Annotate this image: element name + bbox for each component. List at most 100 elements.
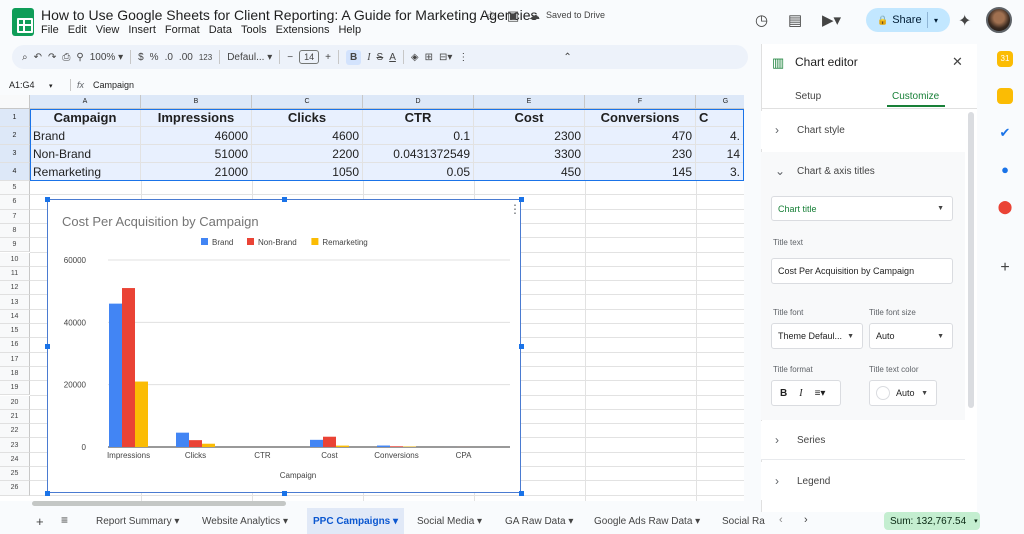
title-font-size-select[interactable]: Auto ▼ xyxy=(869,323,953,349)
sheets-logo[interactable] xyxy=(12,8,34,36)
star-icon[interactable]: ☆ xyxy=(485,8,497,24)
strikethrough-button[interactable]: S xyxy=(377,52,384,63)
sheet-tab-website-analytics[interactable]: Website Analytics ▾ xyxy=(196,508,294,534)
comments-icon[interactable]: ▤ xyxy=(788,11,802,29)
redo-icon[interactable]: ↷ xyxy=(48,52,56,63)
column-header-f[interactable]: F xyxy=(585,95,696,109)
column-header-a[interactable]: A xyxy=(30,95,141,109)
table-cell[interactable]: 230 xyxy=(585,145,696,163)
row-header[interactable]: 19 xyxy=(0,381,30,396)
table-cell[interactable]: 4. xyxy=(696,127,744,145)
sheet-tab-report-summary[interactable]: Report Summary ▾ xyxy=(90,508,185,534)
undo-icon[interactable]: ↶ xyxy=(34,52,42,63)
font-select[interactable]: Defaul... ▾ xyxy=(227,52,272,63)
share-dropdown-icon[interactable]: ▾ xyxy=(934,16,938,25)
avatar[interactable] xyxy=(986,7,1012,33)
menu-edit[interactable]: Edit xyxy=(68,24,87,36)
table-cell[interactable]: Remarketing xyxy=(30,163,141,181)
sheet-tab-google-ads-raw-data[interactable]: Google Ads Raw Data ▾ xyxy=(588,508,706,534)
document-title[interactable]: How to Use Google Sheets for Client Repo… xyxy=(41,7,538,23)
close-icon[interactable]: ✕ xyxy=(952,54,963,70)
embedded-chart[interactable]: Cost Per Acquisition by Campaign Brand Non… xyxy=(47,199,521,493)
print-icon[interactable]: ⎙ xyxy=(62,52,70,63)
section-chart-style[interactable]: › Chart style xyxy=(761,111,965,149)
sum-indicator[interactable]: Sum: 132,767.54 ▾ xyxy=(884,512,980,530)
section-legend[interactable]: › Legend xyxy=(761,462,965,500)
table-cell[interactable]: Non-Brand xyxy=(30,145,141,163)
move-folder-icon[interactable]: ▣ xyxy=(507,8,519,24)
row-header[interactable]: 25 xyxy=(0,467,30,482)
column-header-g[interactable]: G xyxy=(696,95,744,109)
bold-button[interactable]: B xyxy=(345,49,362,65)
calendar-icon[interactable]: 31 xyxy=(997,51,1013,67)
table-cell[interactable]: 1050 xyxy=(252,163,363,181)
row-header[interactable]: 1 xyxy=(0,109,30,127)
table-cell[interactable]: 3300 xyxy=(474,145,585,163)
text-color-button[interactable]: A xyxy=(389,52,396,63)
row-header[interactable]: 2 xyxy=(0,127,30,145)
menu-help[interactable]: Help xyxy=(338,24,361,36)
section-series[interactable]: › Series xyxy=(761,421,965,459)
title-font-select[interactable]: Theme Defaul... ▼ xyxy=(771,323,863,349)
currency-button[interactable]: $ xyxy=(138,52,144,63)
row-header[interactable]: 4 xyxy=(0,163,30,181)
row-header[interactable]: 7 xyxy=(0,209,30,224)
row-header[interactable]: 22 xyxy=(0,424,30,439)
resize-handle[interactable] xyxy=(282,197,287,202)
scroll-tabs-right-icon[interactable]: › xyxy=(804,514,808,526)
menu-data[interactable]: Data xyxy=(209,24,232,36)
table-cell[interactable]: 14 xyxy=(696,145,744,163)
resize-handle[interactable] xyxy=(519,491,524,496)
keep-icon[interactable] xyxy=(997,88,1013,104)
row-header[interactable]: 8 xyxy=(0,223,30,239)
resize-handle[interactable] xyxy=(45,491,50,496)
table-cell[interactable]: 470 xyxy=(585,127,696,145)
row-header[interactable]: 10 xyxy=(0,252,30,267)
header-cell[interactable]: Impressions xyxy=(141,109,252,127)
resize-handle[interactable] xyxy=(519,344,524,349)
header-cell[interactable]: Campaign xyxy=(30,109,141,127)
table-cell[interactable]: 2300 xyxy=(474,127,585,145)
tasks-icon[interactable]: ✔ xyxy=(997,125,1013,141)
percent-button[interactable]: % xyxy=(150,52,159,63)
row-header[interactable]: 5 xyxy=(0,181,30,196)
row-header[interactable]: 9 xyxy=(0,238,30,253)
sheet-tab-social-media[interactable]: Social Media ▾ xyxy=(411,508,488,534)
row-header[interactable]: 13 xyxy=(0,295,30,310)
column-header-b[interactable]: B xyxy=(141,95,252,109)
merge-cells-icon[interactable]: ⊟▾ xyxy=(439,52,452,63)
contacts-icon[interactable]: ● xyxy=(997,162,1013,178)
column-header-c[interactable]: C xyxy=(252,95,363,109)
align-icon[interactable]: ≡▾ xyxy=(815,388,826,399)
section-chart-axis-titles[interactable]: ⌄ Chart & axis titles xyxy=(761,152,965,190)
meet-icon[interactable]: ▶▾ xyxy=(822,11,841,29)
table-cell[interactable]: 51000 xyxy=(141,145,252,163)
resize-handle[interactable] xyxy=(282,491,287,496)
table-cell[interactable]: 3. xyxy=(696,163,744,181)
tab-customize[interactable]: Customize xyxy=(892,91,939,102)
tab-setup[interactable]: Setup xyxy=(795,91,821,102)
menu-format[interactable]: Format xyxy=(165,24,200,36)
menu-file[interactable]: File xyxy=(41,24,59,36)
formula-input[interactable]: Campaign xyxy=(93,80,134,90)
table-cell[interactable]: 4600 xyxy=(252,127,363,145)
borders-icon[interactable]: ⊞ xyxy=(425,52,433,63)
table-cell[interactable]: 0.0431372549 xyxy=(363,145,474,163)
editor-scrollbar[interactable] xyxy=(968,112,974,408)
title-text-color-select[interactable]: Auto ▼ xyxy=(869,380,937,406)
name-box[interactable]: A1:G4 ▾ xyxy=(9,80,53,90)
collapse-toolbar-icon[interactable]: ⌃ xyxy=(563,52,571,63)
column-header-d[interactable]: D xyxy=(363,95,474,109)
row-header[interactable]: 17 xyxy=(0,352,30,367)
title-type-select[interactable]: Chart title ▼ xyxy=(771,196,953,221)
more-options-icon[interactable]: ⋮ xyxy=(458,52,468,63)
table-cell[interactable]: 21000 xyxy=(141,163,252,181)
zoom-select[interactable]: 100% ▾ xyxy=(90,52,123,63)
row-header[interactable]: 20 xyxy=(0,395,30,410)
sheet-tab-ga-raw-data[interactable]: GA Raw Data ▾ xyxy=(499,508,579,534)
font-size-input[interactable]: 14 xyxy=(299,50,320,64)
row-header[interactable]: 26 xyxy=(0,481,30,496)
font-size-increase-icon[interactable]: + xyxy=(325,52,331,63)
increase-decimal-button[interactable]: .00 xyxy=(179,52,193,63)
resize-handle[interactable] xyxy=(45,344,50,349)
